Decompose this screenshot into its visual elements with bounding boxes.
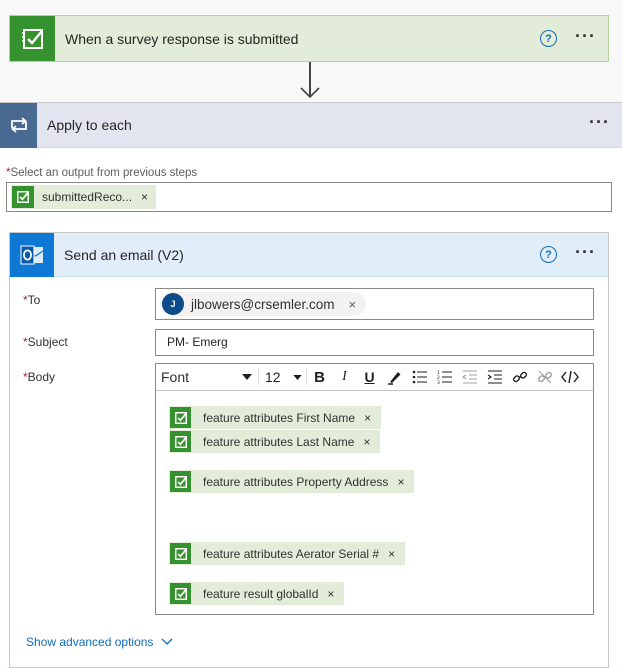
remove-token-icon[interactable]: × [364, 411, 371, 425]
send-email-title: Send an email (V2) [64, 246, 184, 263]
rich-text-toolbar: Font 12 B I U 123 [156, 364, 593, 391]
survey-check-icon [170, 431, 191, 452]
font-size-select[interactable]: 12 [259, 369, 307, 385]
remove-token-icon[interactable]: × [388, 547, 395, 561]
remove-link-icon[interactable] [532, 366, 557, 388]
subject-label: *Subject [23, 335, 68, 349]
caret-down-icon [242, 374, 252, 380]
token-label: feature attributes Aerator Serial # [203, 546, 380, 561]
recipient-email: jlbowers@crsemler.com [191, 296, 335, 312]
apply-to-each-container: Apply to each ··· *Select an output from… [0, 102, 622, 668]
token-label: feature result globalId [203, 586, 319, 601]
select-output-field[interactable]: submittedReco... × [6, 182, 612, 212]
arrow-down-icon [300, 87, 320, 99]
send-email-card: Send an email (V2) ? ··· *To J jlbowers@… [9, 232, 609, 668]
more-options-icon[interactable]: ··· [571, 113, 622, 137]
apply-to-each-title: Apply to each [47, 117, 132, 133]
dynamic-content-token[interactable]: feature attributes Property Address × [169, 470, 415, 493]
bullet-list-icon[interactable] [407, 366, 432, 388]
token-label: feature attributes First Name [203, 410, 356, 425]
body-label: *Body [23, 370, 56, 384]
recipient-chip[interactable]: J jlbowers@crsemler.com × [160, 292, 367, 316]
survey-check-icon [170, 471, 191, 492]
to-field[interactable]: J jlbowers@crsemler.com × [155, 288, 594, 320]
body-editor[interactable]: Font 12 B I U 123 feature attributes Fir… [155, 363, 594, 615]
caret-down-icon [293, 374, 302, 380]
dynamic-content-token[interactable]: feature attributes First Name × [169, 406, 382, 429]
dynamic-content-token[interactable]: feature attributes Last Name × [169, 430, 381, 453]
help-icon[interactable]: ? [540, 30, 558, 47]
help-icon[interactable]: ? [540, 246, 558, 263]
more-options-icon[interactable]: ··· [557, 243, 608, 267]
select-output-label: *Select an output from previous steps [6, 167, 198, 179]
show-advanced-options-link[interactable]: Show advanced options [26, 635, 173, 649]
apply-to-each-header[interactable]: Apply to each ··· [0, 102, 622, 148]
trigger-card[interactable]: When a survey response is submitted ? ··… [9, 15, 609, 62]
remove-token-icon[interactable]: × [397, 475, 404, 489]
send-email-header[interactable]: Send an email (V2) ? ··· [10, 232, 608, 277]
token-label: submittedReco... [42, 190, 133, 204]
more-options-icon[interactable]: ··· [557, 27, 608, 51]
insert-link-icon[interactable] [507, 366, 532, 388]
survey-check-icon [10, 16, 55, 61]
font-family-select[interactable]: Font [161, 369, 259, 385]
outlook-icon [10, 232, 54, 277]
remove-token-icon[interactable]: × [327, 587, 334, 601]
underline-button[interactable]: U [357, 366, 382, 388]
loop-icon [0, 102, 37, 148]
remove-token-icon[interactable]: × [363, 435, 370, 449]
increase-indent-icon[interactable] [482, 366, 507, 388]
survey-check-icon [170, 407, 191, 428]
remove-recipient-icon[interactable]: × [348, 297, 356, 312]
trigger-title: When a survey response is submitted [65, 30, 299, 47]
chevron-down-icon [161, 638, 173, 645]
numbered-list-icon[interactable]: 123 [432, 366, 457, 388]
to-label: *To [23, 293, 41, 307]
avatar: J [162, 293, 184, 315]
svg-text:3: 3 [437, 380, 440, 384]
code-view-icon[interactable] [557, 366, 582, 388]
dynamic-content-token[interactable]: submittedReco... × [11, 185, 157, 209]
decrease-indent-icon[interactable] [457, 366, 482, 388]
dynamic-content-token[interactable]: feature result globalId × [169, 582, 345, 605]
dynamic-content-token[interactable]: feature attributes Aerator Serial # × [169, 542, 406, 565]
survey-check-icon [170, 543, 191, 564]
italic-button[interactable]: I [332, 366, 357, 388]
survey-check-icon [170, 583, 191, 604]
highlight-pen-icon[interactable] [382, 366, 407, 388]
subject-field[interactable]: PM- Emerg [155, 329, 594, 356]
token-label: feature attributes Last Name [203, 434, 355, 449]
token-label: feature attributes Property Address [203, 474, 389, 489]
bold-button[interactable]: B [307, 366, 332, 388]
remove-token-icon[interactable]: × [141, 190, 148, 204]
survey-check-icon [12, 186, 34, 208]
